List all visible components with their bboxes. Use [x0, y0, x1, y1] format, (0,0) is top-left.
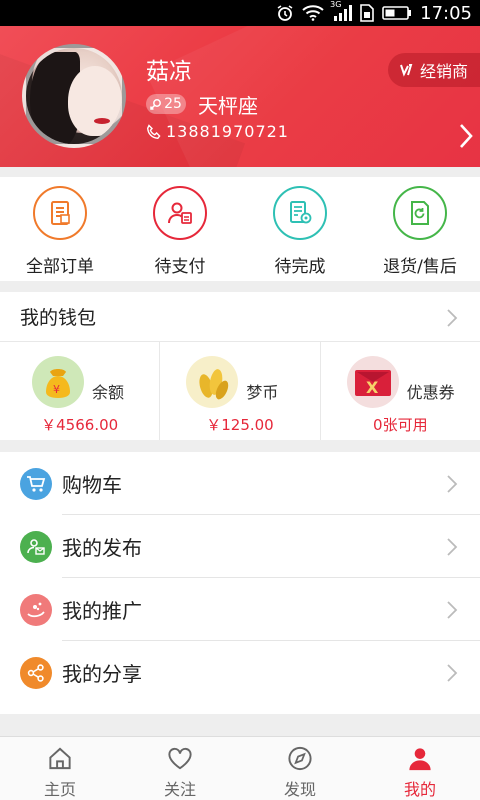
wallet-label: 余额	[92, 383, 125, 402]
signal-icon: 3G	[330, 0, 353, 22]
status-bar: 3G 17:05	[0, 0, 480, 26]
order-label: 待支付	[154, 257, 206, 277]
wallet-dream-coins[interactable]: 梦币 ￥125.00	[160, 342, 321, 440]
order-shortcuts: 全部订单 待支付 待完成 退货/售后	[0, 177, 480, 281]
user-name: 菇凉	[146, 59, 192, 85]
heart-icon	[168, 747, 192, 770]
order-returns[interactable]: 退货/售后	[360, 177, 480, 281]
constellation: 天枰座	[198, 94, 258, 118]
order-pending-complete[interactable]: 待完成	[240, 177, 360, 281]
wallet-value: ￥4566.00	[41, 416, 119, 434]
phone-row: 13881970721	[146, 122, 289, 141]
nav-label: 发现	[283, 780, 316, 799]
nav-home[interactable]: 主页	[0, 737, 120, 800]
wallet-balance[interactable]: ¥ 余额 ￥4566.00	[0, 342, 161, 440]
share-icon	[20, 656, 52, 689]
order-label: 待完成	[274, 257, 326, 277]
promotion-icon	[20, 593, 52, 626]
chevron-right-icon	[447, 309, 458, 327]
dealer-icon	[400, 64, 413, 77]
compass-icon	[288, 746, 312, 771]
alarm-icon	[276, 4, 294, 22]
section-gap	[0, 714, 480, 736]
phone-number: 13881970721	[166, 122, 289, 141]
menu-label: 我的推广	[62, 599, 142, 623]
nav-mine[interactable]: 我的	[360, 737, 480, 800]
clock: 17:05	[420, 2, 472, 24]
cart-icon	[20, 467, 52, 500]
nav-label: 关注	[163, 780, 196, 799]
coupon-icon: X	[346, 356, 399, 408]
menu-label: 我的发布	[62, 536, 142, 560]
age-badge: 25	[146, 94, 186, 114]
wifi-icon	[302, 4, 324, 22]
dealer-label: 经销商	[420, 62, 469, 81]
bottom-nav: 主页 关注 发现 我的	[0, 736, 480, 800]
menu-label: 购物车	[62, 473, 122, 497]
home-icon	[49, 747, 71, 770]
chevron-right-icon[interactable]	[456, 122, 476, 150]
coins-icon	[186, 356, 239, 408]
return-icon	[393, 186, 447, 240]
wallet-label: 梦币	[246, 383, 279, 402]
nav-follow[interactable]: 关注	[120, 737, 240, 800]
menu-item-cart[interactable]: 购物车	[0, 452, 480, 515]
wallet-label: 优惠券	[406, 383, 455, 402]
wallet-value: 0张可用	[373, 416, 428, 434]
wallet-user-icon	[153, 186, 207, 240]
order-pending-pay[interactable]: 待支付	[120, 177, 240, 281]
menu-item-my-posts[interactable]: 我的发布	[0, 515, 480, 578]
svg-text:X: X	[366, 378, 379, 397]
avatar[interactable]	[22, 44, 126, 148]
wallet-value: ￥125.00	[206, 416, 274, 434]
age-value: 25	[164, 96, 182, 112]
order-label: 全部订单	[26, 257, 94, 277]
wallet-title: 我的钱包	[20, 307, 97, 329]
svg-text:¥: ¥	[53, 383, 60, 396]
money-bag-icon: ¥	[32, 356, 84, 408]
chevron-right-icon	[447, 537, 458, 556]
order-all[interactable]: 全部订单	[0, 177, 120, 281]
phone-icon	[146, 123, 161, 139]
nav-label: 我的	[403, 780, 436, 799]
user-icon	[409, 748, 431, 771]
gender-icon	[150, 99, 162, 110]
menu-label: 我的分享	[62, 662, 142, 686]
profile-header[interactable]: 菇凉 25 天枰座 13881970721 经销商	[0, 26, 480, 167]
wallet-items: ¥ 余额 ￥4566.00 梦币 ￥125.00 X 优惠券 0张可用	[0, 342, 480, 440]
dealer-button[interactable]: 经销商	[388, 53, 480, 87]
menu-item-share[interactable]: 我的分享	[0, 641, 480, 704]
sim-icon	[360, 4, 374, 22]
nav-label: 主页	[43, 780, 76, 799]
wallet-header[interactable]: 我的钱包	[0, 292, 480, 342]
order-list-icon	[33, 186, 87, 240]
doc-gear-icon	[273, 186, 327, 240]
menu-item-promotion[interactable]: 我的推广	[0, 578, 480, 641]
publish-icon	[20, 530, 52, 563]
battery-icon	[382, 4, 412, 22]
chevron-right-icon	[447, 474, 458, 493]
network-type: 3G	[330, 0, 342, 9]
menu-list: 购物车 我的发布 我的推广 我的分享	[0, 452, 480, 714]
chevron-right-icon	[447, 663, 458, 682]
nav-discover[interactable]: 发现	[240, 737, 360, 800]
order-label: 退货/售后	[383, 257, 457, 277]
wallet-coupons[interactable]: X 优惠券 0张可用	[321, 342, 480, 440]
chevron-right-icon	[447, 600, 458, 619]
